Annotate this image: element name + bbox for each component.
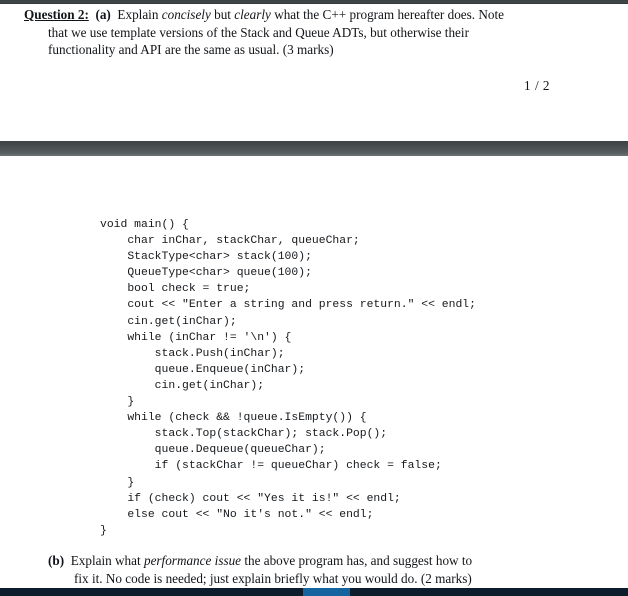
code-listing: void main() { char inChar, stackChar, qu…	[100, 217, 476, 539]
code-line: queue.Enqueue(inChar);	[100, 363, 306, 376]
code-line: while (check && !queue.IsEmpty()) {	[100, 412, 367, 425]
code-line: stack.Top(stackChar); stack.Pop();	[100, 428, 388, 441]
question-2-part-b-line-2: fix it. No code is needed; just explain …	[74, 570, 472, 586]
code-line: StackType<char> stack(100);	[100, 251, 312, 264]
code-line: }	[100, 476, 135, 489]
part-a-text-mid: but	[210, 7, 235, 22]
question-2-part-a: Question 2: (a) Explain concisely but cl…	[0, 6, 628, 59]
part-a-text-pre: Explain	[117, 7, 162, 22]
code-line: QueueType<char> queue(100);	[100, 267, 312, 280]
top-decorative-bar	[0, 0, 628, 4]
code-line: cin.get(inChar);	[100, 379, 265, 392]
page-indicator: 1 / 2	[524, 78, 550, 93]
question-2-part-a-line-3: functionality and API are the same as us…	[48, 42, 334, 58]
middle-decorative-bar	[0, 141, 628, 156]
question-2-part-a-line-2: that we use template versions of the Sta…	[48, 24, 469, 40]
code-line: bool check = true;	[100, 283, 251, 296]
code-line: cin.get(inChar);	[100, 315, 237, 328]
part-b-text-post: the above program has, and suggest how t…	[241, 553, 473, 568]
code-line: stack.Push(inChar);	[100, 347, 285, 360]
code-line: else cout << "No it's not." << endl;	[100, 508, 374, 521]
part-a-emph-clearly: clearly	[234, 7, 271, 22]
question-2-part-b-line-1: (b) Explain what performance issue the a…	[0, 552, 628, 570]
code-line: char inChar, stackChar, queueChar;	[100, 235, 360, 248]
question-2-part-b: (b) Explain what performance issue the a…	[0, 552, 628, 587]
question-label: Question 2:	[24, 7, 89, 22]
code-line: }	[100, 524, 107, 537]
part-a-text-post: what the C++ program hereafter does. Not…	[270, 7, 505, 22]
question-2-part-a-line-1: Question 2: (a) Explain concisely but cl…	[0, 6, 628, 24]
bottom-bar-progress-segment	[303, 588, 350, 596]
code-line: queue.Dequeue(queueChar);	[100, 444, 326, 457]
part-b-emph-performance-issue: performance issue	[143, 553, 242, 568]
code-line: void main() {	[100, 219, 189, 231]
code-line: while (inChar != '\n') {	[100, 331, 292, 344]
part-b-text-pre: Explain what	[70, 553, 144, 568]
code-line: cout << "Enter a string and press return…	[100, 299, 476, 312]
part-a-marker: (a)	[95, 7, 111, 22]
part-a-emph-concisely: concisely	[161, 7, 211, 22]
part-b-marker: (b)	[48, 553, 65, 568]
code-line: if (check) cout << "Yes it is!" << endl;	[100, 492, 401, 505]
code-line: if (stackChar != queueChar) check = fals…	[100, 460, 442, 473]
code-line: }	[100, 396, 135, 409]
